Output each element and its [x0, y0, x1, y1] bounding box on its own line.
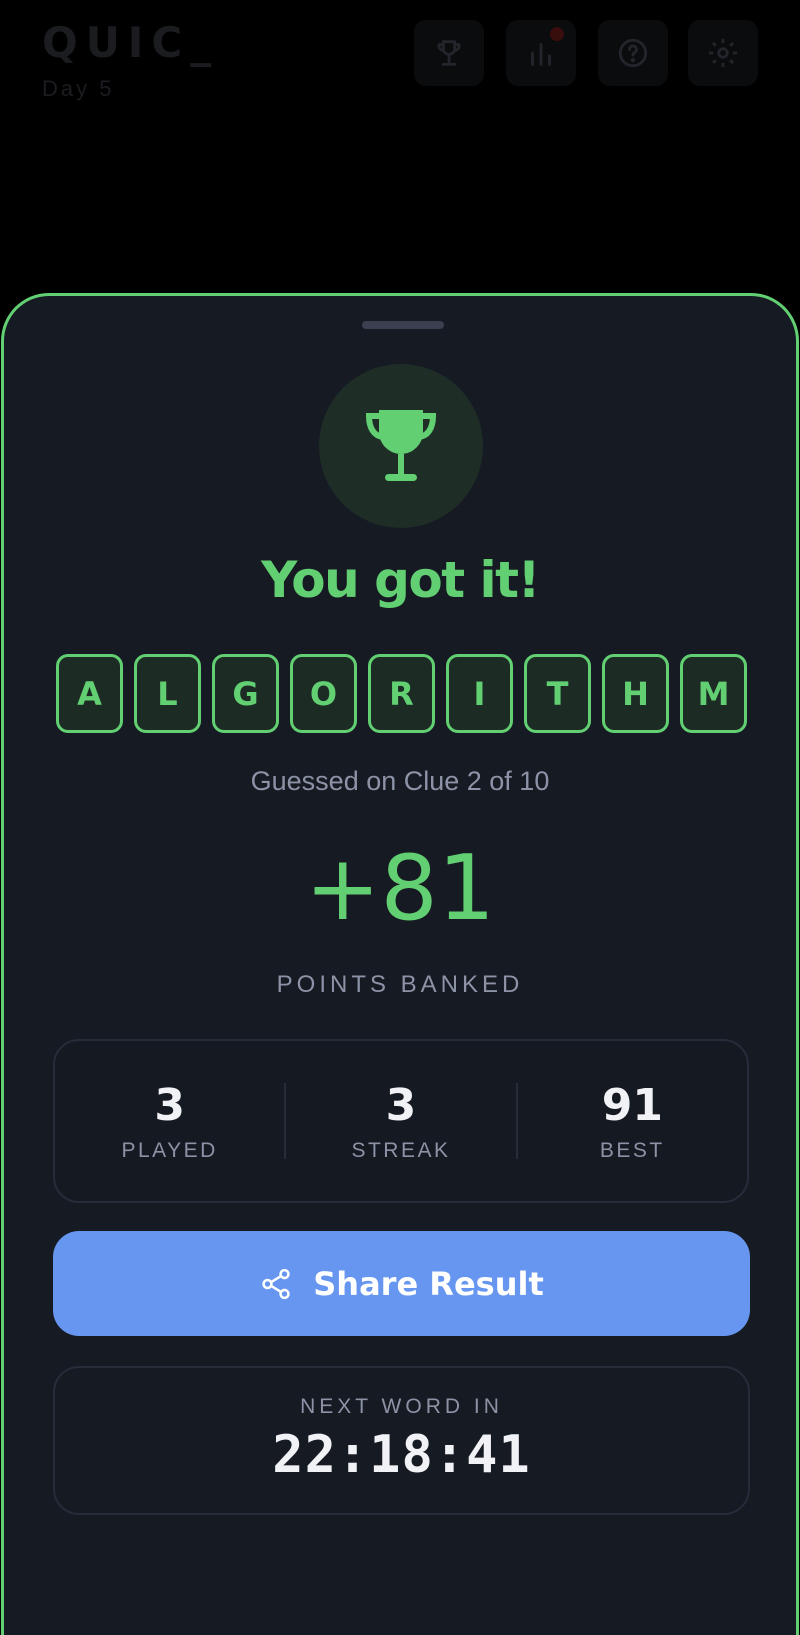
- stat-value: 91: [601, 1080, 663, 1131]
- share-button-label: Share Result: [313, 1264, 544, 1303]
- notification-dot: [550, 27, 564, 41]
- trophy-icon: [437, 40, 461, 66]
- share-icon: [262, 1268, 290, 1299]
- settings-icon: [708, 38, 738, 68]
- stat-value: 3: [385, 1080, 417, 1131]
- stat-played: 3 PLAYED: [55, 1079, 284, 1163]
- answer-tiles: A L G O R I T H M: [56, 654, 747, 733]
- stat-streak: 3 STREAK: [286, 1079, 515, 1163]
- letter-tile: I: [446, 654, 513, 733]
- letter-tile: G: [212, 654, 279, 733]
- day-label: Day 5: [42, 76, 115, 101]
- app-header: QUIC_ Day 5: [0, 0, 800, 120]
- stat-label: BEST: [599, 1139, 665, 1162]
- help-button[interactable]: [598, 20, 668, 86]
- letter-tile: T: [524, 654, 591, 733]
- letter-tile: O: [290, 654, 357, 733]
- stat-best: 91 BEST: [518, 1079, 747, 1163]
- app-logo: QUIC_: [42, 18, 220, 67]
- letter-tile: L: [134, 654, 201, 733]
- drag-handle[interactable]: [362, 321, 444, 329]
- letter-tile: R: [368, 654, 435, 733]
- stats-card: 3 PLAYED 3 STREAK 91 BEST: [53, 1039, 749, 1203]
- leaderboard-button[interactable]: [414, 20, 484, 86]
- help-icon: [618, 38, 648, 68]
- letter-tile: A: [56, 654, 123, 733]
- guessed-on-text: Guessed on Clue 2 of 10: [250, 766, 550, 796]
- letter-tile: M: [680, 654, 747, 733]
- result-headline: You got it!: [261, 551, 540, 609]
- countdown-timer: 22:18:41: [272, 1425, 531, 1485]
- result-sheet: You got it! A L G O R I T H M Guessed on…: [1, 293, 799, 1635]
- trophy-icon: [365, 410, 437, 481]
- stat-value: 3: [154, 1080, 185, 1131]
- share-result-button[interactable]: Share Result: [53, 1231, 750, 1336]
- next-word-card: NEXT WORD IN 22:18:41: [53, 1366, 750, 1515]
- trophy-badge: [319, 364, 483, 528]
- letter-tile: H: [602, 654, 669, 733]
- stat-label: STREAK: [351, 1139, 451, 1162]
- settings-button[interactable]: [688, 20, 758, 86]
- next-word-label: NEXT WORD IN: [300, 1395, 503, 1418]
- stats-icon: [531, 43, 551, 66]
- stat-label: PLAYED: [121, 1139, 218, 1162]
- stats-button[interactable]: [506, 20, 576, 86]
- points-value: +81: [305, 836, 495, 941]
- points-label: POINTS BANKED: [276, 971, 524, 998]
